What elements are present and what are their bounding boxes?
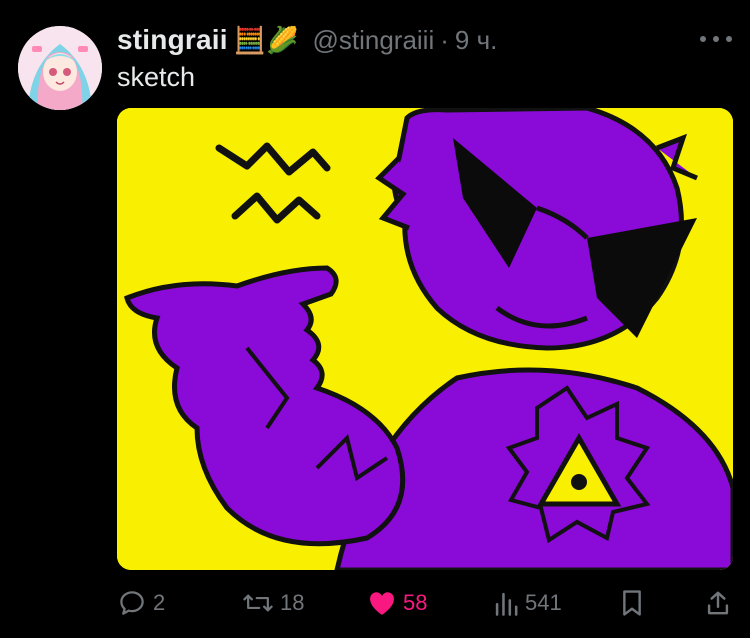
post-media-image[interactable] xyxy=(117,108,733,570)
like-count: 58 xyxy=(403,590,428,615)
views-button[interactable]: 541 xyxy=(493,586,562,620)
reply-count: 2 xyxy=(153,590,166,615)
like-button[interactable]: 58 xyxy=(367,586,427,620)
more-horizontal-icon[interactable] xyxy=(700,34,732,44)
avatar[interactable] xyxy=(18,26,102,110)
heart-icon xyxy=(367,589,397,617)
views-count: 541 xyxy=(525,590,562,615)
reply-button[interactable]: 2 xyxy=(117,586,165,620)
post-actions: 2 18 58 541 xyxy=(117,586,732,620)
sketch-illustration xyxy=(117,108,733,570)
separator-dot: · xyxy=(440,24,449,55)
repost-button[interactable]: 18 xyxy=(242,586,304,620)
display-name[interactable]: stingraii xyxy=(117,24,228,56)
name-emojis: 🧮🌽 xyxy=(233,25,299,55)
post-header: stingraii 🧮🌽 @stingraiii · 9 ч. xyxy=(117,22,730,58)
repost-count: 18 xyxy=(280,590,305,615)
post-time[interactable]: 9 ч. xyxy=(455,25,497,56)
bookmark-button[interactable] xyxy=(620,586,644,620)
post-text: sketch xyxy=(117,62,196,92)
repost-icon xyxy=(242,588,274,618)
share-icon xyxy=(705,589,731,617)
bookmark-icon xyxy=(620,589,644,617)
reply-icon xyxy=(117,588,147,618)
share-button[interactable] xyxy=(705,586,731,620)
views-icon xyxy=(493,589,519,617)
user-handle[interactable]: @stingraiii xyxy=(312,25,434,56)
avatar-image xyxy=(18,26,102,110)
